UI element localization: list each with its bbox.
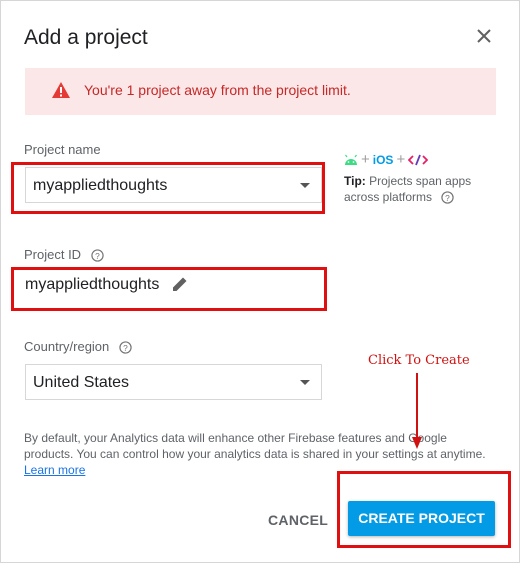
svg-text:?: ? (446, 193, 451, 203)
chevron-down-icon (300, 380, 310, 385)
country-label-row: Country/region ? (24, 339, 132, 354)
highlight-box-project-name (11, 162, 325, 214)
highlight-box-create (337, 471, 511, 548)
plus-icon: + (361, 151, 370, 168)
plus-icon: + (396, 151, 406, 168)
help-icon[interactable]: ? (441, 191, 455, 205)
platform-icons: + iOS + (344, 151, 429, 168)
code-web-icon (408, 154, 429, 165)
android-icon (345, 154, 357, 165)
project-id-label: Project ID (24, 247, 82, 262)
country-value: United States (33, 374, 130, 391)
project-id-label-row: Project ID ? (24, 247, 104, 262)
svg-text:?: ? (123, 343, 128, 353)
add-project-dialog: Add a project You're 1 project away from… (0, 0, 520, 563)
warning-triangle-icon (52, 82, 70, 98)
help-icon[interactable]: ? (119, 341, 132, 354)
help-icon[interactable]: ? (91, 249, 104, 262)
country-select[interactable]: United States (25, 364, 322, 400)
close-icon[interactable] (473, 25, 495, 47)
tip-bold: Tip: (344, 174, 366, 188)
learn-more-link[interactable]: Learn more (24, 463, 85, 477)
highlight-box-project-id (11, 267, 327, 311)
project-limit-warning: You're 1 project away from the project l… (25, 68, 496, 115)
tip-text: Tip: Projects span apps across platforms… (344, 173, 494, 205)
cancel-button[interactable]: CANCEL (268, 512, 328, 528)
project-name-label: Project name (24, 142, 101, 157)
svg-text:?: ? (95, 251, 100, 261)
dialog-title: Add a project (24, 26, 148, 49)
click-to-create-annotation: Click To Create (368, 353, 470, 368)
ios-icon: iOS (372, 152, 394, 167)
arrow-down-icon (412, 373, 422, 449)
country-label: Country/region (24, 339, 110, 354)
warning-text: You're 1 project away from the project l… (84, 82, 351, 98)
